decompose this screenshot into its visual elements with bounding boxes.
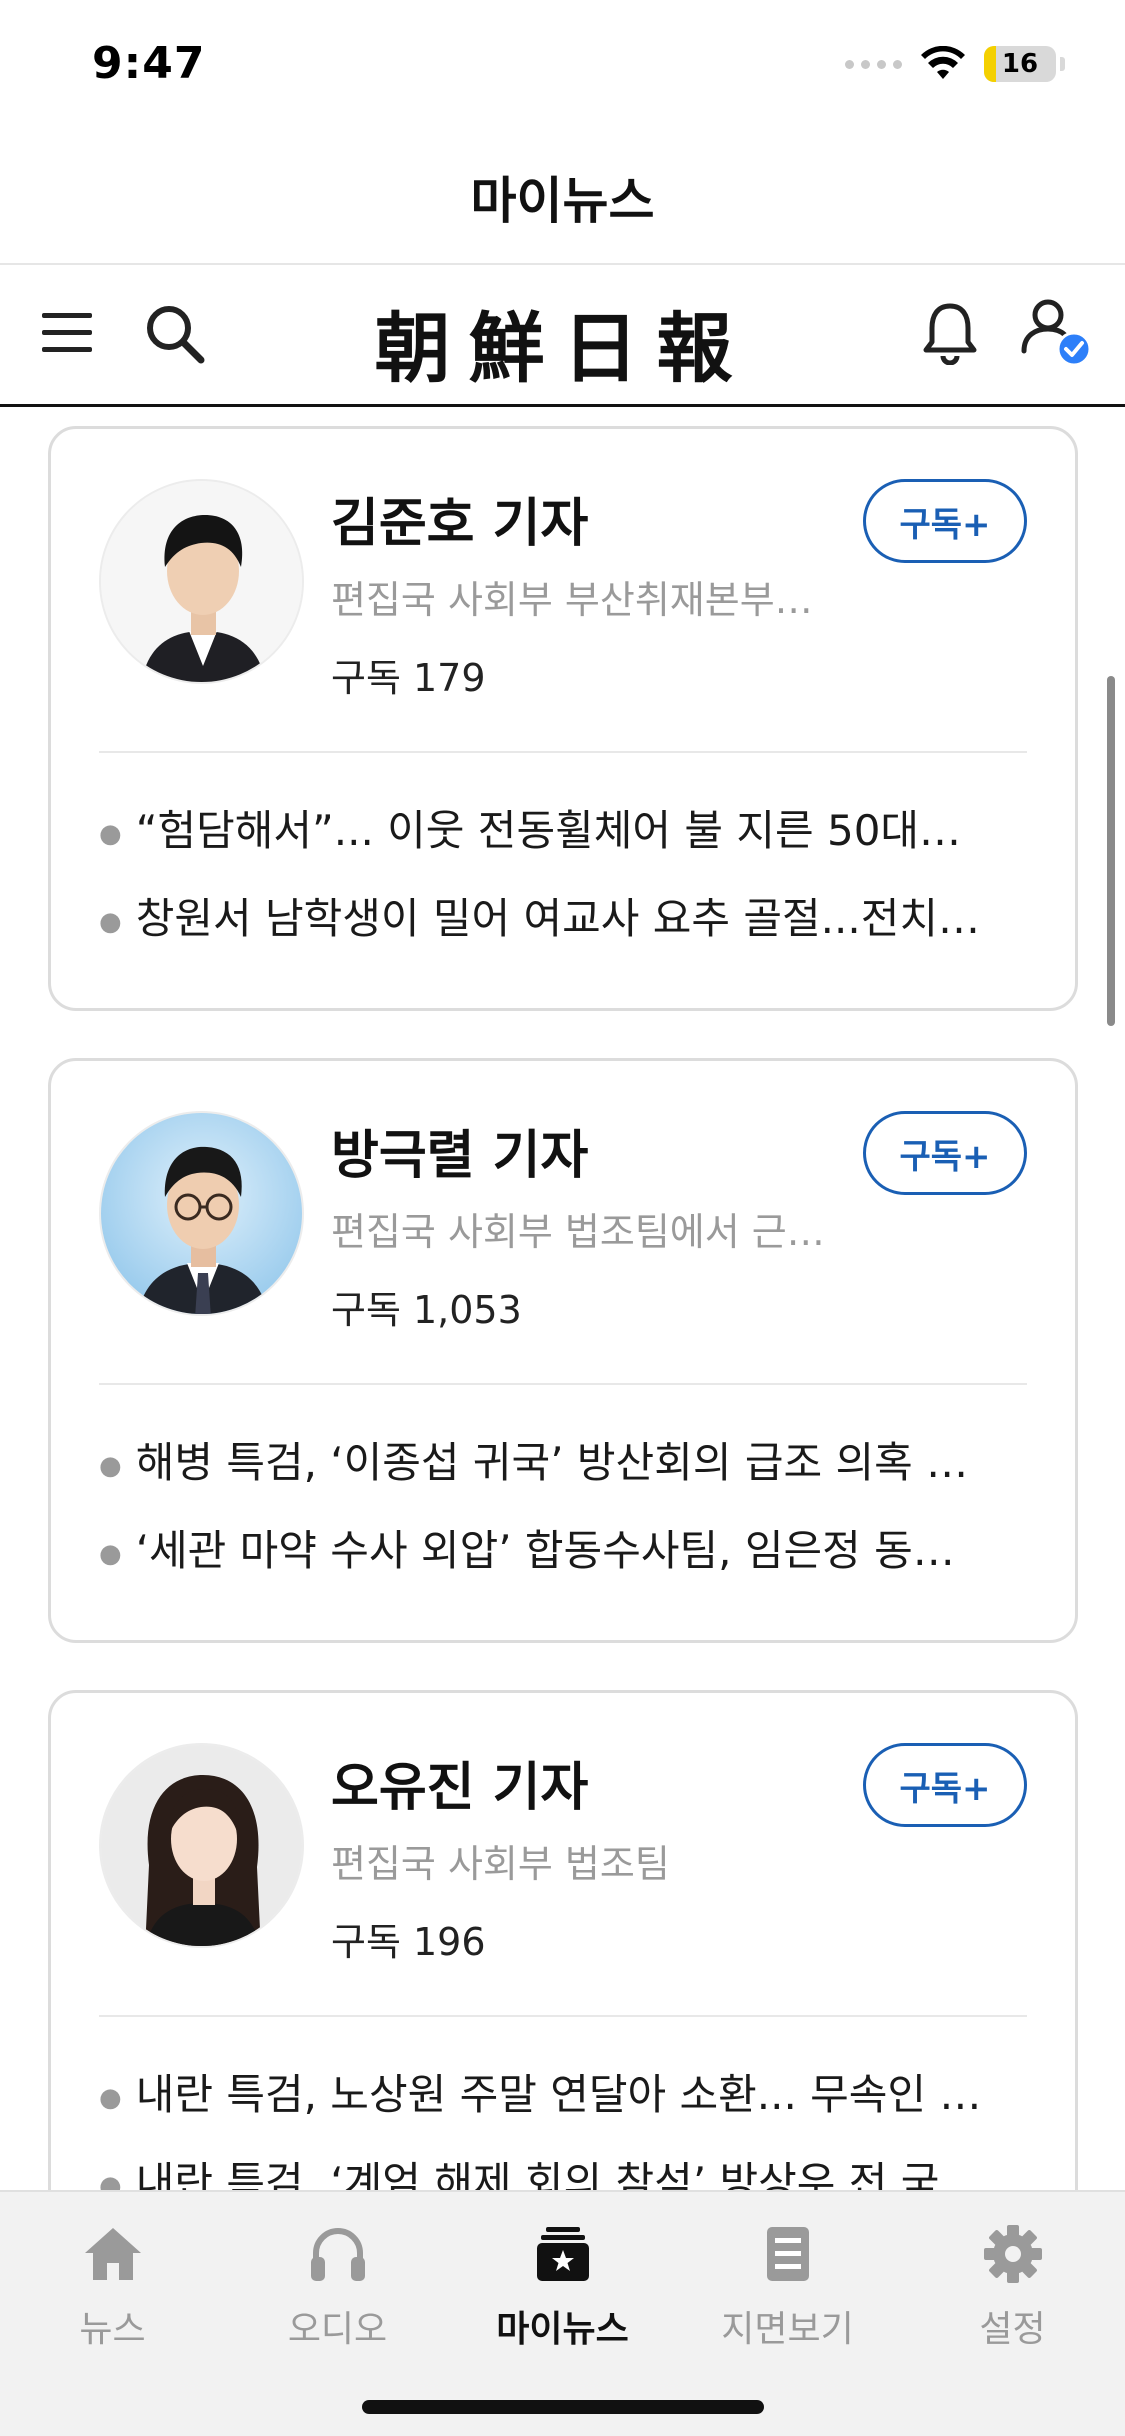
subscribe-button[interactable]: 구독+: [863, 1111, 1027, 1195]
article-title: 내란 특검, ‘계엄 해제 회의 참석’ 방상우 전 국…: [135, 2158, 982, 2190]
status-bar: 9:47 16: [0, 0, 1125, 130]
reporter-list[interactable]: 김준호 기자 편집국 사회부 부산취재본부… 구독 179 구독+ ● “험담해서…: [0, 410, 1125, 2190]
bell-icon[interactable]: [910, 293, 990, 373]
article-title: 창원서 남학생이 밀어 여교사 요추 골절...전치…: [135, 894, 981, 943]
status-time: 9:47: [92, 38, 206, 89]
bullet-icon: ●: [99, 2082, 122, 2113]
article-title: “험담해서”... 이웃 전동휠체어 불 지른 50대…: [135, 806, 962, 855]
title-bar: 마이뉴스: [0, 130, 1125, 265]
gear-icon: [981, 2222, 1045, 2286]
bullet-icon: ●: [99, 2170, 122, 2191]
article-title: ‘세관 마약 수사 외압’ 합동수사팀, 임은정 동…: [135, 1526, 955, 1575]
profile-check-icon[interactable]: [1016, 293, 1096, 373]
tab-label: 뉴스: [79, 2309, 146, 2350]
reporter-avatar[interactable]: [99, 1111, 304, 1316]
article-title: 내란 특검, 노상원 주말 연달아 소환... 무속인 …: [135, 2070, 982, 2119]
reporter-avatar[interactable]: [99, 1743, 304, 1948]
reporter-name[interactable]: 오유진 기자: [331, 1745, 588, 1820]
tab-my-news[interactable]: 마이뉴스: [450, 2222, 675, 2372]
cellular-signal-icon: [845, 59, 902, 69]
reporter-department: 편집국 사회부 법조팀에서 근…: [331, 1210, 825, 1254]
reporter-avatar[interactable]: [99, 479, 304, 684]
tab-audio[interactable]: 오디오: [225, 2222, 450, 2372]
bullet-icon: ●: [99, 1450, 122, 1481]
reporter-card[interactable]: 방극렬 기자 편집국 사회부 법조팀에서 근… 구독 1,053 구독+ ● 해병…: [48, 1058, 1078, 1643]
tab-label: 마이뉴스: [496, 2309, 629, 2350]
bullet-icon: ●: [99, 906, 122, 937]
article-link[interactable]: ● 내란 특검, ‘계엄 해제 회의 참석’ 방상우 전 국…: [99, 2149, 1004, 2190]
tab-news[interactable]: 뉴스: [0, 2222, 225, 2372]
bullet-icon: ●: [99, 1538, 122, 1569]
tab-settings[interactable]: 설정: [900, 2222, 1125, 2372]
reporter-name[interactable]: 방극렬 기자: [331, 1113, 588, 1188]
article-link[interactable]: ● “험담해서”... 이웃 전동휠체어 불 지른 50대…: [99, 797, 1004, 858]
newspaper-icon: [756, 2222, 820, 2286]
tab-label: 설정: [979, 2309, 1046, 2350]
subscribe-button[interactable]: 구독+: [863, 479, 1027, 563]
subscriber-count: 구독 1,053: [331, 1288, 522, 1332]
card-divider: [99, 1383, 1027, 1385]
reporter-card[interactable]: 오유진 기자 편집국 사회부 법조팀 구독 196 구독+ ● 내란 특검, 노상…: [48, 1690, 1078, 2190]
reporter-department: 편집국 사회부 법조팀: [331, 1842, 670, 1886]
tab-label: 지면보기: [721, 2309, 854, 2350]
subscribe-button[interactable]: 구독+: [863, 1743, 1027, 1827]
home-indicator[interactable]: [362, 2400, 764, 2414]
tab-label: 오디오: [287, 2309, 388, 2350]
status-indicators: 16: [845, 46, 1065, 82]
reporter-card[interactable]: 김준호 기자 편집국 사회부 부산취재본부… 구독 179 구독+ ● “험담해서…: [48, 426, 1078, 1011]
article-title: 해병 특검, ‘이종섭 귀국’ 방산회의 급조 의혹 …: [135, 1438, 969, 1487]
article-link[interactable]: ● 내란 특검, 노상원 주말 연달아 소환... 무속인 …: [99, 2061, 1004, 2122]
article-link[interactable]: ● 해병 특검, ‘이종섭 귀국’ 방산회의 급조 의혹 …: [99, 1429, 1004, 1490]
subscriber-count: 구독 196: [331, 1920, 486, 1964]
subscriber-count: 구독 179: [331, 656, 486, 700]
bullet-icon: ●: [99, 818, 122, 849]
tab-print-edition[interactable]: 지면보기: [675, 2222, 900, 2372]
bottom-tab-bar: 뉴스 오디오 마이뉴스 지면보기 설정: [0, 2190, 1125, 2436]
reporter-department: 편집국 사회부 부산취재본부…: [331, 578, 813, 622]
masthead-toolbar: 朝鮮日報: [0, 265, 1125, 407]
battery-icon: 16: [984, 46, 1056, 82]
headphones-icon: [306, 2222, 370, 2286]
article-link[interactable]: ● ‘세관 마약 수사 외압’ 합동수사팀, 임은정 동…: [99, 1517, 1004, 1578]
article-link[interactable]: ● 창원서 남학생이 밀어 여교사 요추 골절...전치…: [99, 885, 1004, 946]
scrollbar[interactable]: [1107, 676, 1115, 1026]
wifi-icon: [921, 46, 965, 79]
battery-level: 16: [1001, 49, 1039, 79]
card-divider: [99, 2015, 1027, 2017]
home-icon: [81, 2222, 145, 2286]
reporter-name[interactable]: 김준호 기자: [331, 481, 588, 556]
card-divider: [99, 751, 1027, 753]
my-news-star-icon: [531, 2222, 595, 2286]
page-title: 마이뉴스: [470, 171, 655, 230]
